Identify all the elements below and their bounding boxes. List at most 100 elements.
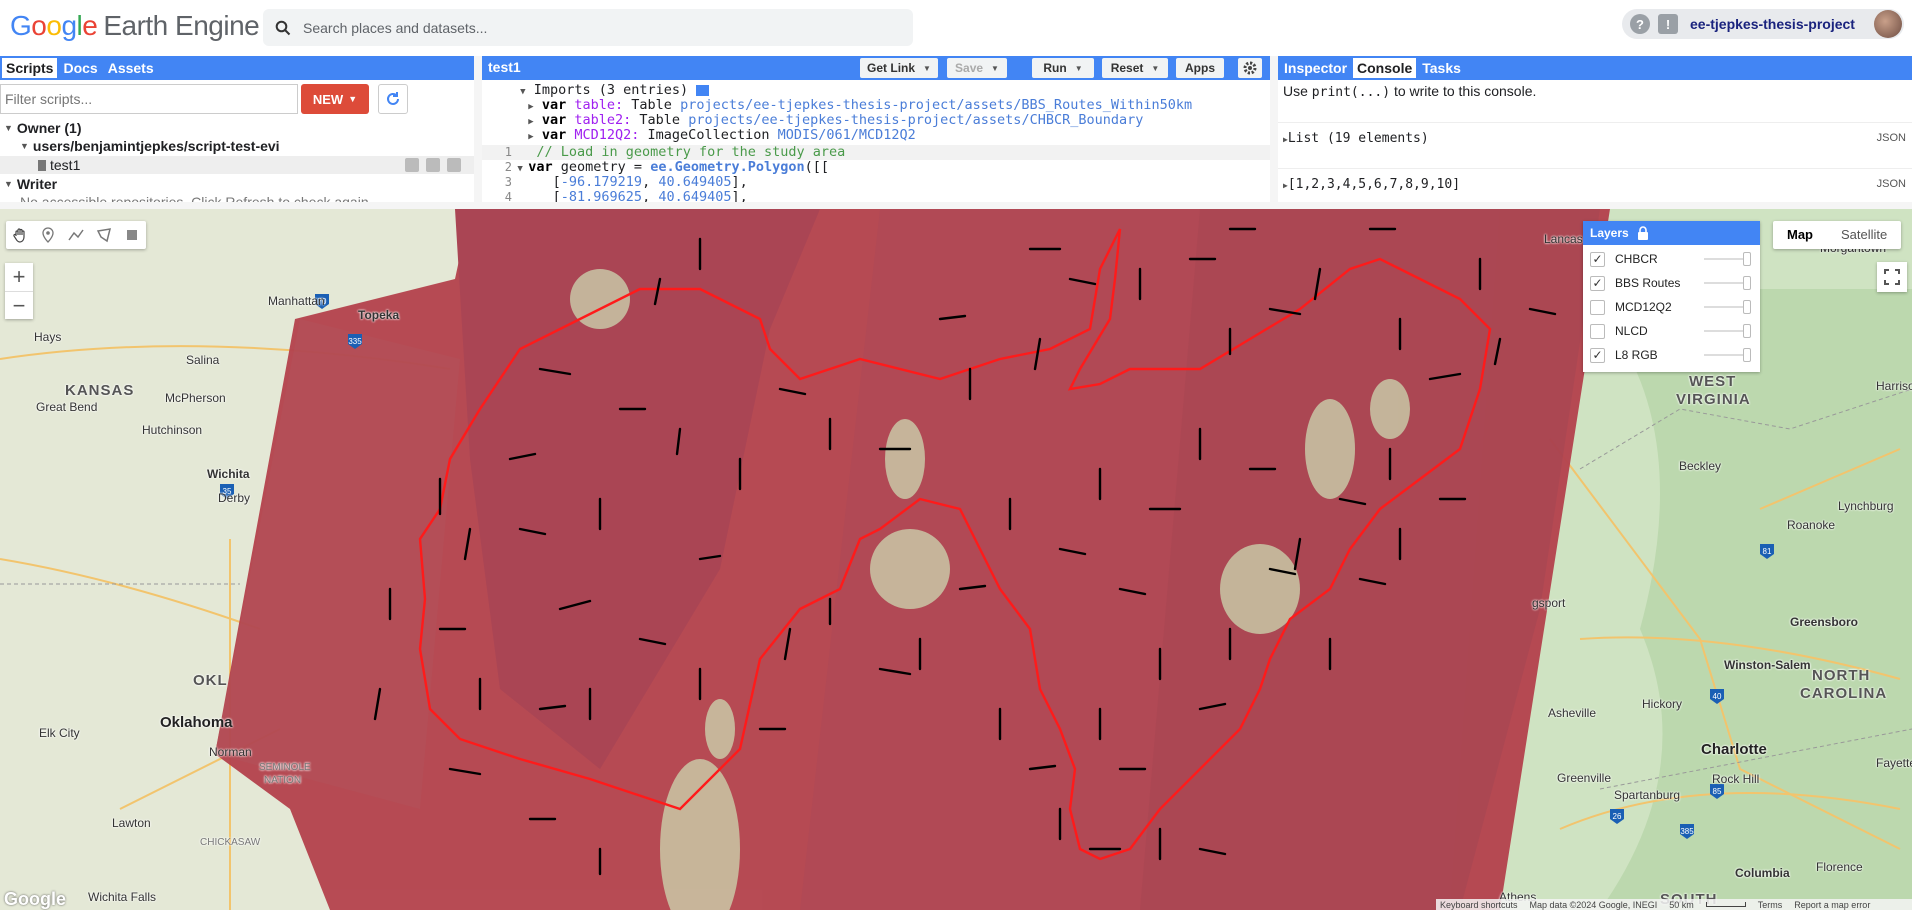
get-link-button[interactable]: Get Link ▼ <box>860 58 938 78</box>
reset-button[interactable]: Reset ▼ <box>1102 58 1168 78</box>
tab-inspector[interactable]: Inspector <box>1280 58 1351 78</box>
opacity-slider[interactable] <box>1704 306 1746 308</box>
save-button[interactable]: Save ▼ <box>947 58 1007 78</box>
code-line[interactable]: 1 // Load in geometry for the study area <box>482 145 1270 160</box>
apps-button[interactable]: Apps <box>1176 58 1224 78</box>
tree-owner[interactable]: ▼ Owner (1) <box>4 120 82 136</box>
keyboard-shortcuts-link[interactable]: Keyboard shortcuts <box>1440 900 1518 910</box>
map-type-map[interactable]: Map <box>1773 221 1827 249</box>
scale-text[interactable]: 50 km <box>1669 900 1694 910</box>
chevron-down-icon: ▼ <box>348 94 358 104</box>
code-area[interactable]: ▼ Imports (3 entries) ▶ var table: Table… <box>482 80 1270 202</box>
history-icon[interactable] <box>405 158 419 172</box>
terms-link[interactable]: Terms <box>1758 900 1783 910</box>
help-icon[interactable]: ? <box>1630 14 1650 34</box>
map-label: Topeka <box>358 308 400 322</box>
map-label: KANSAS <box>65 382 135 399</box>
slider-knob[interactable] <box>1743 300 1751 314</box>
console-entry[interactable]: ▶List (19 elements) JSON <box>1278 122 1912 152</box>
import-row[interactable]: ▶ var table: Table projects/ee-tjepkes-t… <box>482 98 1270 113</box>
filter-scripts-input[interactable] <box>0 84 298 114</box>
code-line[interactable]: 2 ▼ var geometry = ee.Geometry.Polygon([… <box>482 160 1270 175</box>
map-canvas[interactable]: 70 335 35 81 40 26 385 85 Manhattan Tope… <box>0 209 1912 910</box>
slider-knob[interactable] <box>1743 348 1751 362</box>
console-entry[interactable]: ▶[1,2,3,4,5,6,7,8,9,10] JSON <box>1278 168 1912 198</box>
json-link[interactable]: JSON <box>1877 178 1906 190</box>
tab-console[interactable]: Console <box>1353 58 1417 78</box>
refresh-button[interactable] <box>378 84 408 114</box>
project-name[interactable]: ee-tjepkes-thesis-project <box>1690 16 1855 32</box>
tree-writer[interactable]: ▼ Writer <box>4 176 57 192</box>
layer-checkbox[interactable]: ✓ <box>1590 251 1605 267</box>
slider-knob[interactable] <box>1743 276 1751 290</box>
lock-icon[interactable] <box>1637 226 1649 240</box>
import-row[interactable]: ▶ var MCD12Q2: ImageCollection MODIS/061… <box>482 128 1270 143</box>
slider-knob[interactable] <box>1743 252 1751 266</box>
code-line[interactable]: 3 [-96.179219, 40.649405], <box>482 175 1270 190</box>
map-label: Lawton <box>112 816 151 830</box>
code-line[interactable]: 4 [-81.969625, 40.649405], <box>482 190 1270 203</box>
scale-bar <box>1705 902 1746 907</box>
table-icon[interactable] <box>696 84 710 96</box>
json-link[interactable]: JSON <box>1877 132 1906 144</box>
opacity-slider[interactable] <box>1704 330 1746 332</box>
map-type-satellite[interactable]: Satellite <box>1827 221 1901 249</box>
map-label: Winston-Salem <box>1724 658 1811 672</box>
pan-hand-icon[interactable] <box>6 221 34 249</box>
fullscreen-icon <box>1884 269 1900 285</box>
delete-icon[interactable] <box>447 158 461 172</box>
earth-engine-app: GoogleEarth Engine ? ! ee-tjepkes-thesis… <box>0 0 1912 910</box>
header: GoogleEarth Engine ? ! ee-tjepkes-thesis… <box>0 0 1912 54</box>
layer-row-l8-rgb[interactable]: ✓ L8 RGB <box>1583 343 1760 367</box>
map-label: CAROLINA <box>1800 685 1888 702</box>
left-splitter[interactable] <box>474 56 482 202</box>
map-label: Hays <box>34 330 62 344</box>
edit-icon[interactable] <box>426 158 440 172</box>
layer-checkbox[interactable] <box>1590 299 1605 315</box>
logo[interactable]: Google Earth Engine <box>10 10 260 42</box>
slider-knob[interactable] <box>1743 324 1751 338</box>
opacity-slider[interactable] <box>1704 354 1746 356</box>
imports-header[interactable]: ▼ Imports (3 entries) <box>482 83 1270 98</box>
logo-product: Earth Engine <box>103 10 260 41</box>
marker-icon[interactable] <box>34 221 62 249</box>
tab-docs[interactable]: Docs <box>59 58 101 78</box>
layer-row-chbcr[interactable]: ✓ CHBCR <box>1583 247 1760 271</box>
layers-header[interactable]: Layers <box>1583 221 1760 245</box>
chevron-down-icon: ▼ <box>923 63 931 73</box>
map-label: Lancas <box>1544 232 1583 246</box>
polygon-icon[interactable] <box>90 221 118 249</box>
layer-checkbox[interactable]: ✓ <box>1590 275 1605 291</box>
run-button[interactable]: Run ▼ <box>1032 58 1094 78</box>
tree-repo[interactable]: ▼ users/benjamintjepkes/script-test-evi <box>20 138 280 154</box>
tree-file[interactable]: test1 <box>38 157 80 173</box>
rectangle-icon[interactable] <box>118 221 146 249</box>
map-label: WEST <box>1689 373 1737 390</box>
opacity-slider[interactable] <box>1704 282 1746 284</box>
avatar[interactable] <box>1874 10 1902 38</box>
layer-checkbox[interactable]: ✓ <box>1590 347 1605 363</box>
layer-row-nlcd[interactable]: NLCD <box>1583 319 1760 343</box>
fullscreen-button[interactable] <box>1877 262 1907 292</box>
layer-checkbox[interactable] <box>1590 323 1605 339</box>
opacity-slider[interactable] <box>1704 258 1746 260</box>
line-icon[interactable] <box>62 221 90 249</box>
zoom-in-button[interactable]: + <box>5 263 33 291</box>
tab-assets[interactable]: Assets <box>104 58 158 78</box>
settings-button[interactable] <box>1238 58 1262 78</box>
layer-row-bbs-routes[interactable]: ✓ BBS Routes <box>1583 271 1760 295</box>
map-label: McPherson <box>165 391 226 405</box>
import-row[interactable]: ▶ var table2: Table projects/ee-tjepkes-… <box>482 113 1270 128</box>
map-label: Manhattan <box>268 294 325 308</box>
tab-scripts[interactable]: Scripts <box>2 58 58 78</box>
new-button[interactable]: NEW ▼ <box>301 84 369 114</box>
zoom-out-button[interactable]: − <box>5 291 33 319</box>
search-bar[interactable] <box>263 9 913 46</box>
search-input[interactable] <box>303 19 883 36</box>
horizontal-splitter[interactable] <box>0 202 1912 209</box>
layer-row-mcd12q2[interactable]: MCD12Q2 <box>1583 295 1760 319</box>
feedback-icon[interactable]: ! <box>1658 14 1678 34</box>
tab-tasks[interactable]: Tasks <box>1418 58 1465 78</box>
report-error-link[interactable]: Report a map error <box>1794 900 1870 910</box>
right-splitter[interactable] <box>1270 56 1278 202</box>
